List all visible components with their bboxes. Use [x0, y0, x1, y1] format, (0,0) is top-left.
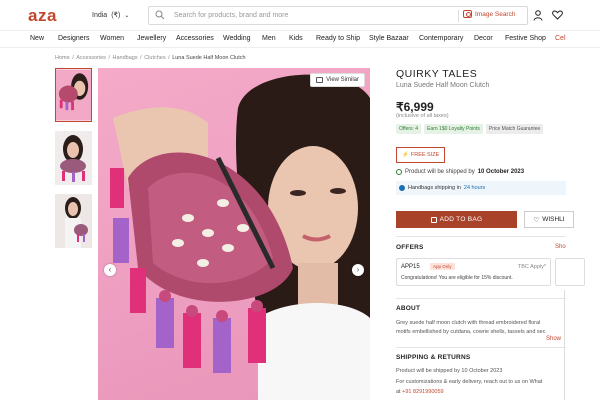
app-only-badge: App Only	[430, 263, 455, 270]
nav-wedding[interactable]: Wedding	[223, 35, 251, 42]
nav-decor[interactable]: Decor	[474, 35, 493, 42]
taxes-note: (inclusive of all taxes)	[396, 113, 449, 119]
prev-image-arrow[interactable]: ‹	[104, 264, 116, 276]
country-selector[interactable]: India (₹) ⌄	[92, 11, 130, 20]
product-brand[interactable]: QUIRKY TALES	[396, 68, 477, 80]
nav-men[interactable]: Men	[262, 35, 276, 42]
offer-message: Congratulations! You are eligible for 15…	[401, 275, 513, 281]
next-image-arrow[interactable]: ›	[352, 264, 364, 276]
about-line-1: Grey suede half moon clutch with thread …	[396, 320, 541, 326]
show-offers-link[interactable]: Sho	[555, 244, 566, 250]
thumbnail-image	[56, 69, 91, 121]
nav-accessories[interactable]: Accessories	[176, 35, 214, 42]
bag-icon	[430, 216, 437, 223]
header: aza India (₹) ⌄ Search for products, bra…	[0, 0, 600, 30]
shipping-line-1: Product will be shipped by 10 October 20…	[396, 368, 503, 374]
shipping-at: at	[396, 389, 401, 395]
nav-celebrity[interactable]: Cel	[555, 35, 566, 42]
add-to-bag-button[interactable]: ADD TO BAG	[396, 211, 517, 228]
shipping-line-3: at +91 8291990059	[396, 389, 444, 395]
view-similar-label: View Similar	[326, 77, 359, 83]
check-circle-icon	[396, 169, 402, 175]
product-photo	[110, 74, 370, 400]
product-main-image[interactable]: View Similar ‹ ›	[98, 68, 370, 400]
search-divider	[458, 10, 459, 22]
thumbnail-image	[55, 131, 92, 185]
about-text: Grey suede half moon clutch with thread …	[396, 319, 566, 336]
nav-jewellery[interactable]: Jewellery	[137, 35, 166, 42]
loyalty-points-tag[interactable]: Earn 1$0 Loyalty Points	[424, 124, 483, 134]
about-line-2: motifs embellished by cutdana, cowrie sh…	[396, 328, 546, 335]
view-similar-button[interactable]: View Similar	[310, 73, 365, 87]
shipping-returns-title: SHIPPING & RETURNS	[396, 354, 471, 361]
aza-logo[interactable]: aza	[28, 6, 57, 26]
offers-tag[interactable]: Offers: 4	[396, 124, 422, 134]
offer-card-next[interactable]	[555, 258, 585, 286]
divider	[396, 298, 566, 299]
breadcrumb-home[interactable]: Home	[55, 55, 70, 61]
user-icon[interactable]	[533, 10, 543, 21]
shipping-date-info: Product will be shipped by 10 October 20…	[396, 169, 524, 175]
product-name: Luna Suede Half Moon Clutch	[396, 82, 490, 89]
breadcrumb-accessories[interactable]: Accessories	[76, 55, 106, 61]
thumbnail-3[interactable]	[55, 194, 92, 248]
search-input[interactable]: Search for products, brand and more	[174, 12, 288, 19]
lightning-icon: ⚡	[402, 152, 409, 158]
product-tags: Offers: 4 Earn 1$0 Loyalty Points Price …	[396, 124, 544, 134]
search-bar[interactable]: Search for products, brand and more Imag…	[148, 6, 528, 25]
nav-kids[interactable]: Kids	[289, 35, 303, 42]
add-to-bag-label: ADD TO BAG	[439, 216, 483, 223]
handbags-shipping-banner: Handbags shipping in 24 hours	[396, 181, 566, 195]
scrollbar-track[interactable]	[564, 290, 565, 400]
thumbnail-2[interactable]	[55, 131, 92, 185]
offer-code: APP15	[401, 264, 420, 270]
product-price: ₹6,999	[396, 100, 434, 114]
handbags-shipping-prefix: Handbags shipping in	[408, 185, 461, 191]
currency-label: (₹)	[111, 12, 121, 19]
nav-women[interactable]: Women	[100, 35, 124, 42]
divider	[396, 347, 566, 348]
nav-new[interactable]: New	[30, 35, 44, 42]
price-match-tag[interactable]: Price Match Guarantee	[485, 124, 544, 134]
camera-icon	[463, 10, 472, 18]
handbags-shipping-time: 24 hours	[463, 185, 486, 191]
heart-icon: ♡	[533, 216, 540, 224]
about-title: ABOUT	[396, 305, 421, 312]
wishlist-heart-icon[interactable]	[552, 10, 563, 20]
breadcrumb: Home / Accessories / Handbags / Clutches…	[55, 55, 246, 61]
image-search-label: Image Search	[475, 10, 516, 18]
breadcrumb-handbags[interactable]: Handbags	[113, 55, 138, 61]
category-nav: New Designers Women Jewellery Accessorie…	[0, 30, 600, 48]
size-free-size-button[interactable]: ⚡ FREE SIZE	[396, 147, 446, 163]
shipping-line-2: For customizations & early delivery, rea…	[396, 379, 543, 385]
nav-designers[interactable]: Designers	[58, 35, 90, 42]
nav-contemporary[interactable]: Contemporary	[419, 35, 463, 42]
info-icon	[399, 185, 405, 191]
about-show-more-link[interactable]: Show	[546, 336, 561, 342]
nav-style-bazaar[interactable]: Style Bazaar	[369, 35, 409, 42]
search-icon	[155, 10, 165, 20]
breadcrumb-clutches[interactable]: Clutches	[144, 55, 165, 61]
contact-phone-link[interactable]: +91 8291990059	[402, 389, 443, 395]
thumbnail-image	[55, 194, 92, 248]
shipping-date: 10 October 2023	[477, 169, 525, 175]
wishlist-label: WISHLI	[542, 216, 565, 223]
chevron-down-icon: ⌄	[124, 12, 130, 19]
wishlist-button[interactable]: ♡ WISHLI	[524, 211, 574, 228]
free-size-label: FREE SIZE	[410, 152, 440, 158]
nav-festive-shop[interactable]: Festive Shop	[505, 35, 546, 42]
thumbnail-1[interactable]	[55, 68, 92, 122]
offers-title: OFFERS	[396, 244, 424, 251]
offer-card-app15[interactable]: APP15 App Only TBC Apply* Congratulation…	[396, 258, 551, 286]
country-label: India	[92, 11, 108, 19]
breadcrumb-current: Luna Suede Half Moon Clutch	[172, 55, 246, 61]
divider	[396, 236, 566, 237]
image-search-button[interactable]: Image Search	[463, 10, 515, 18]
shipping-date-prefix: Product will be shipped by	[405, 169, 475, 175]
nav-ready-to-ship[interactable]: Ready to Ship	[316, 35, 360, 42]
tbc-apply-link[interactable]: TBC Apply*	[518, 264, 546, 270]
view-similar-icon	[316, 77, 324, 83]
